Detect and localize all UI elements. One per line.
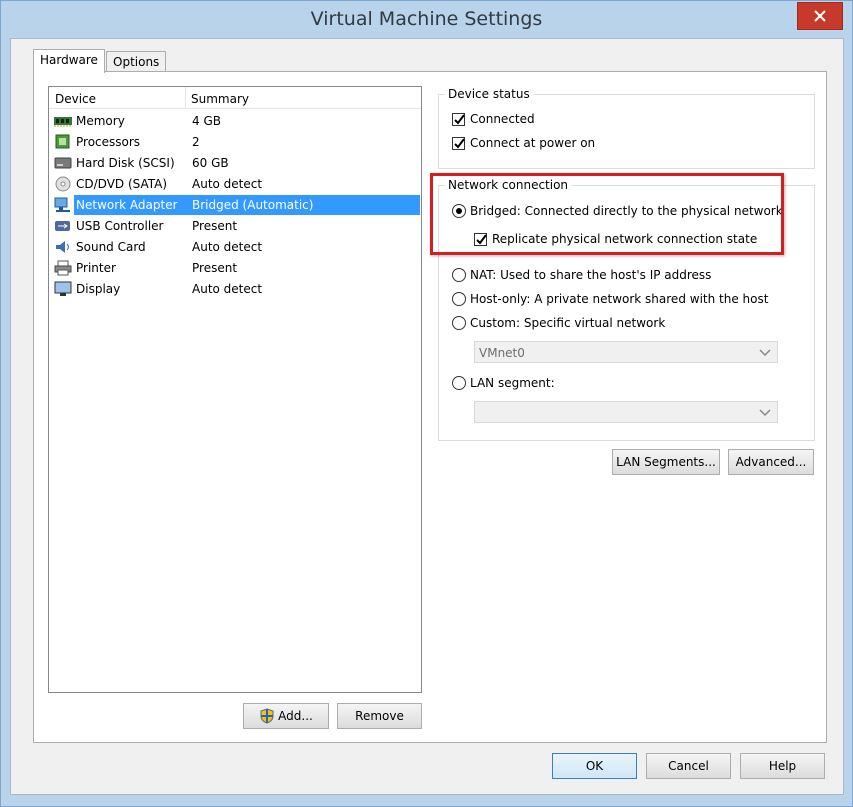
column-header-device[interactable]: Device	[55, 92, 96, 106]
device-summary: 2	[192, 135, 200, 149]
dialog-window: Virtual Machine Settings Hardware Option…	[0, 0, 853, 807]
tab-hardware[interactable]: Hardware	[33, 49, 105, 73]
check-icon	[454, 113, 465, 125]
title-bar[interactable]: Virtual Machine Settings	[1, 1, 852, 41]
device-summary: Present	[192, 219, 238, 233]
device-list[interactable]: Device Summary Memory 4 GB Processors 2 …	[48, 86, 422, 693]
device-summary: Auto detect	[192, 282, 263, 296]
checkbox-box[interactable]	[452, 136, 465, 150]
tab-options[interactable]: Options	[106, 51, 167, 73]
device-list-header: Device Summary	[49, 87, 421, 109]
connect-at-power-on-label: Connect at power on	[470, 136, 596, 150]
chevron-down-icon	[759, 409, 771, 417]
processor-icon	[55, 134, 70, 149]
device-row-hard-disk[interactable]: Hard Disk (SCSI) 60 GB	[50, 153, 420, 173]
add-button[interactable]: Add...	[243, 703, 329, 729]
lan-segment-radio[interactable]: LAN segment:	[452, 376, 555, 390]
device-summary: Auto detect	[192, 177, 263, 191]
add-button-label: Add...	[278, 709, 313, 723]
lan-segments-button[interactable]: LAN Segments...	[612, 449, 720, 475]
ok-button[interactable]: OK	[552, 753, 637, 779]
radio-dot[interactable]	[452, 268, 466, 282]
printer-icon	[54, 260, 72, 276]
hard-disk-icon	[54, 157, 72, 169]
device-row-display[interactable]: Display Auto detect	[50, 279, 420, 299]
device-label: Processors	[76, 135, 141, 149]
device-row-printer[interactable]: Printer Present	[50, 258, 420, 278]
device-label: Display	[76, 282, 121, 296]
radio-dot[interactable]	[452, 316, 466, 330]
checkbox-box[interactable]	[452, 112, 465, 126]
close-button[interactable]	[797, 2, 843, 30]
hardware-tab-page: Device Summary Memory 4 GB Processors 2 …	[33, 71, 827, 743]
chevron-down-icon	[759, 349, 771, 357]
device-row-cd-dvd[interactable]: CD/DVD (SATA) Auto detect	[50, 174, 420, 194]
device-label: Sound Card	[76, 240, 146, 254]
device-label: Printer	[76, 261, 116, 275]
device-label: Memory	[76, 114, 125, 128]
column-header-summary[interactable]: Summary	[191, 92, 249, 106]
memory-icon	[54, 117, 72, 127]
cd-dvd-icon	[55, 176, 71, 192]
check-icon	[454, 137, 465, 149]
device-summary: Auto detect	[192, 240, 263, 254]
device-label: Network Adapter	[76, 198, 178, 212]
device-label: Hard Disk (SCSI)	[76, 156, 175, 170]
device-status-group: Device status Connected Connect at power…	[438, 87, 815, 169]
sound-card-icon	[56, 241, 69, 253]
cancel-button[interactable]: Cancel	[646, 753, 731, 779]
device-label: CD/DVD (SATA)	[76, 177, 168, 191]
device-row-processors[interactable]: Processors 2	[50, 132, 420, 152]
radio-dot[interactable]	[452, 376, 466, 390]
custom-label: Custom: Specific virtual network	[470, 316, 666, 330]
custom-network-select[interactable]: VMnet0	[474, 341, 778, 363]
device-row-network-adapter[interactable]: Network Adapter Bridged (Automatic)	[50, 195, 420, 215]
host-only-label: Host-only: A private network shared with…	[470, 292, 769, 306]
device-row-sound-card[interactable]: Sound Card Auto detect	[50, 237, 420, 257]
host-only-radio[interactable]: Host-only: A private network shared with…	[452, 292, 768, 306]
device-row-usb-controller[interactable]: USB Controller Present	[50, 216, 420, 236]
display-icon	[54, 281, 72, 296]
remove-button[interactable]: Remove	[337, 703, 422, 729]
dialog-client: Hardware Options Device Summary Memory 4…	[10, 38, 844, 795]
device-row-memory[interactable]: Memory 4 GB	[50, 111, 420, 131]
device-summary: Present	[192, 261, 238, 275]
lan-segment-label: LAN segment:	[470, 376, 555, 390]
lan-segment-select[interactable]	[474, 401, 778, 423]
usb-icon	[55, 221, 70, 231]
radio-dot[interactable]	[452, 292, 466, 306]
help-button[interactable]: Help	[740, 753, 825, 779]
connected-label: Connected	[470, 112, 535, 126]
shield-icon	[260, 708, 274, 724]
custom-network-value: VMnet0	[479, 346, 525, 360]
nat-label: NAT: Used to share the host's IP address	[470, 268, 712, 282]
device-summary: 60 GB	[192, 156, 229, 170]
device-summary: 4 GB	[192, 114, 221, 128]
window-title: Virtual Machine Settings	[310, 8, 543, 30]
custom-radio[interactable]: Custom: Specific virtual network	[452, 316, 665, 330]
nat-radio[interactable]: NAT: Used to share the host's IP address	[452, 268, 711, 282]
device-status-title: Device status	[445, 87, 533, 101]
connect-at-power-on-checkbox[interactable]: Connect at power on	[452, 136, 595, 150]
device-label: USB Controller	[76, 219, 164, 233]
close-icon	[814, 10, 826, 22]
connected-checkbox[interactable]: Connected	[452, 112, 535, 126]
advanced-button[interactable]: Advanced...	[728, 449, 814, 475]
device-summary: Bridged (Automatic)	[192, 198, 314, 212]
network-adapter-icon	[54, 197, 70, 212]
red-highlight-annotation	[430, 173, 784, 255]
